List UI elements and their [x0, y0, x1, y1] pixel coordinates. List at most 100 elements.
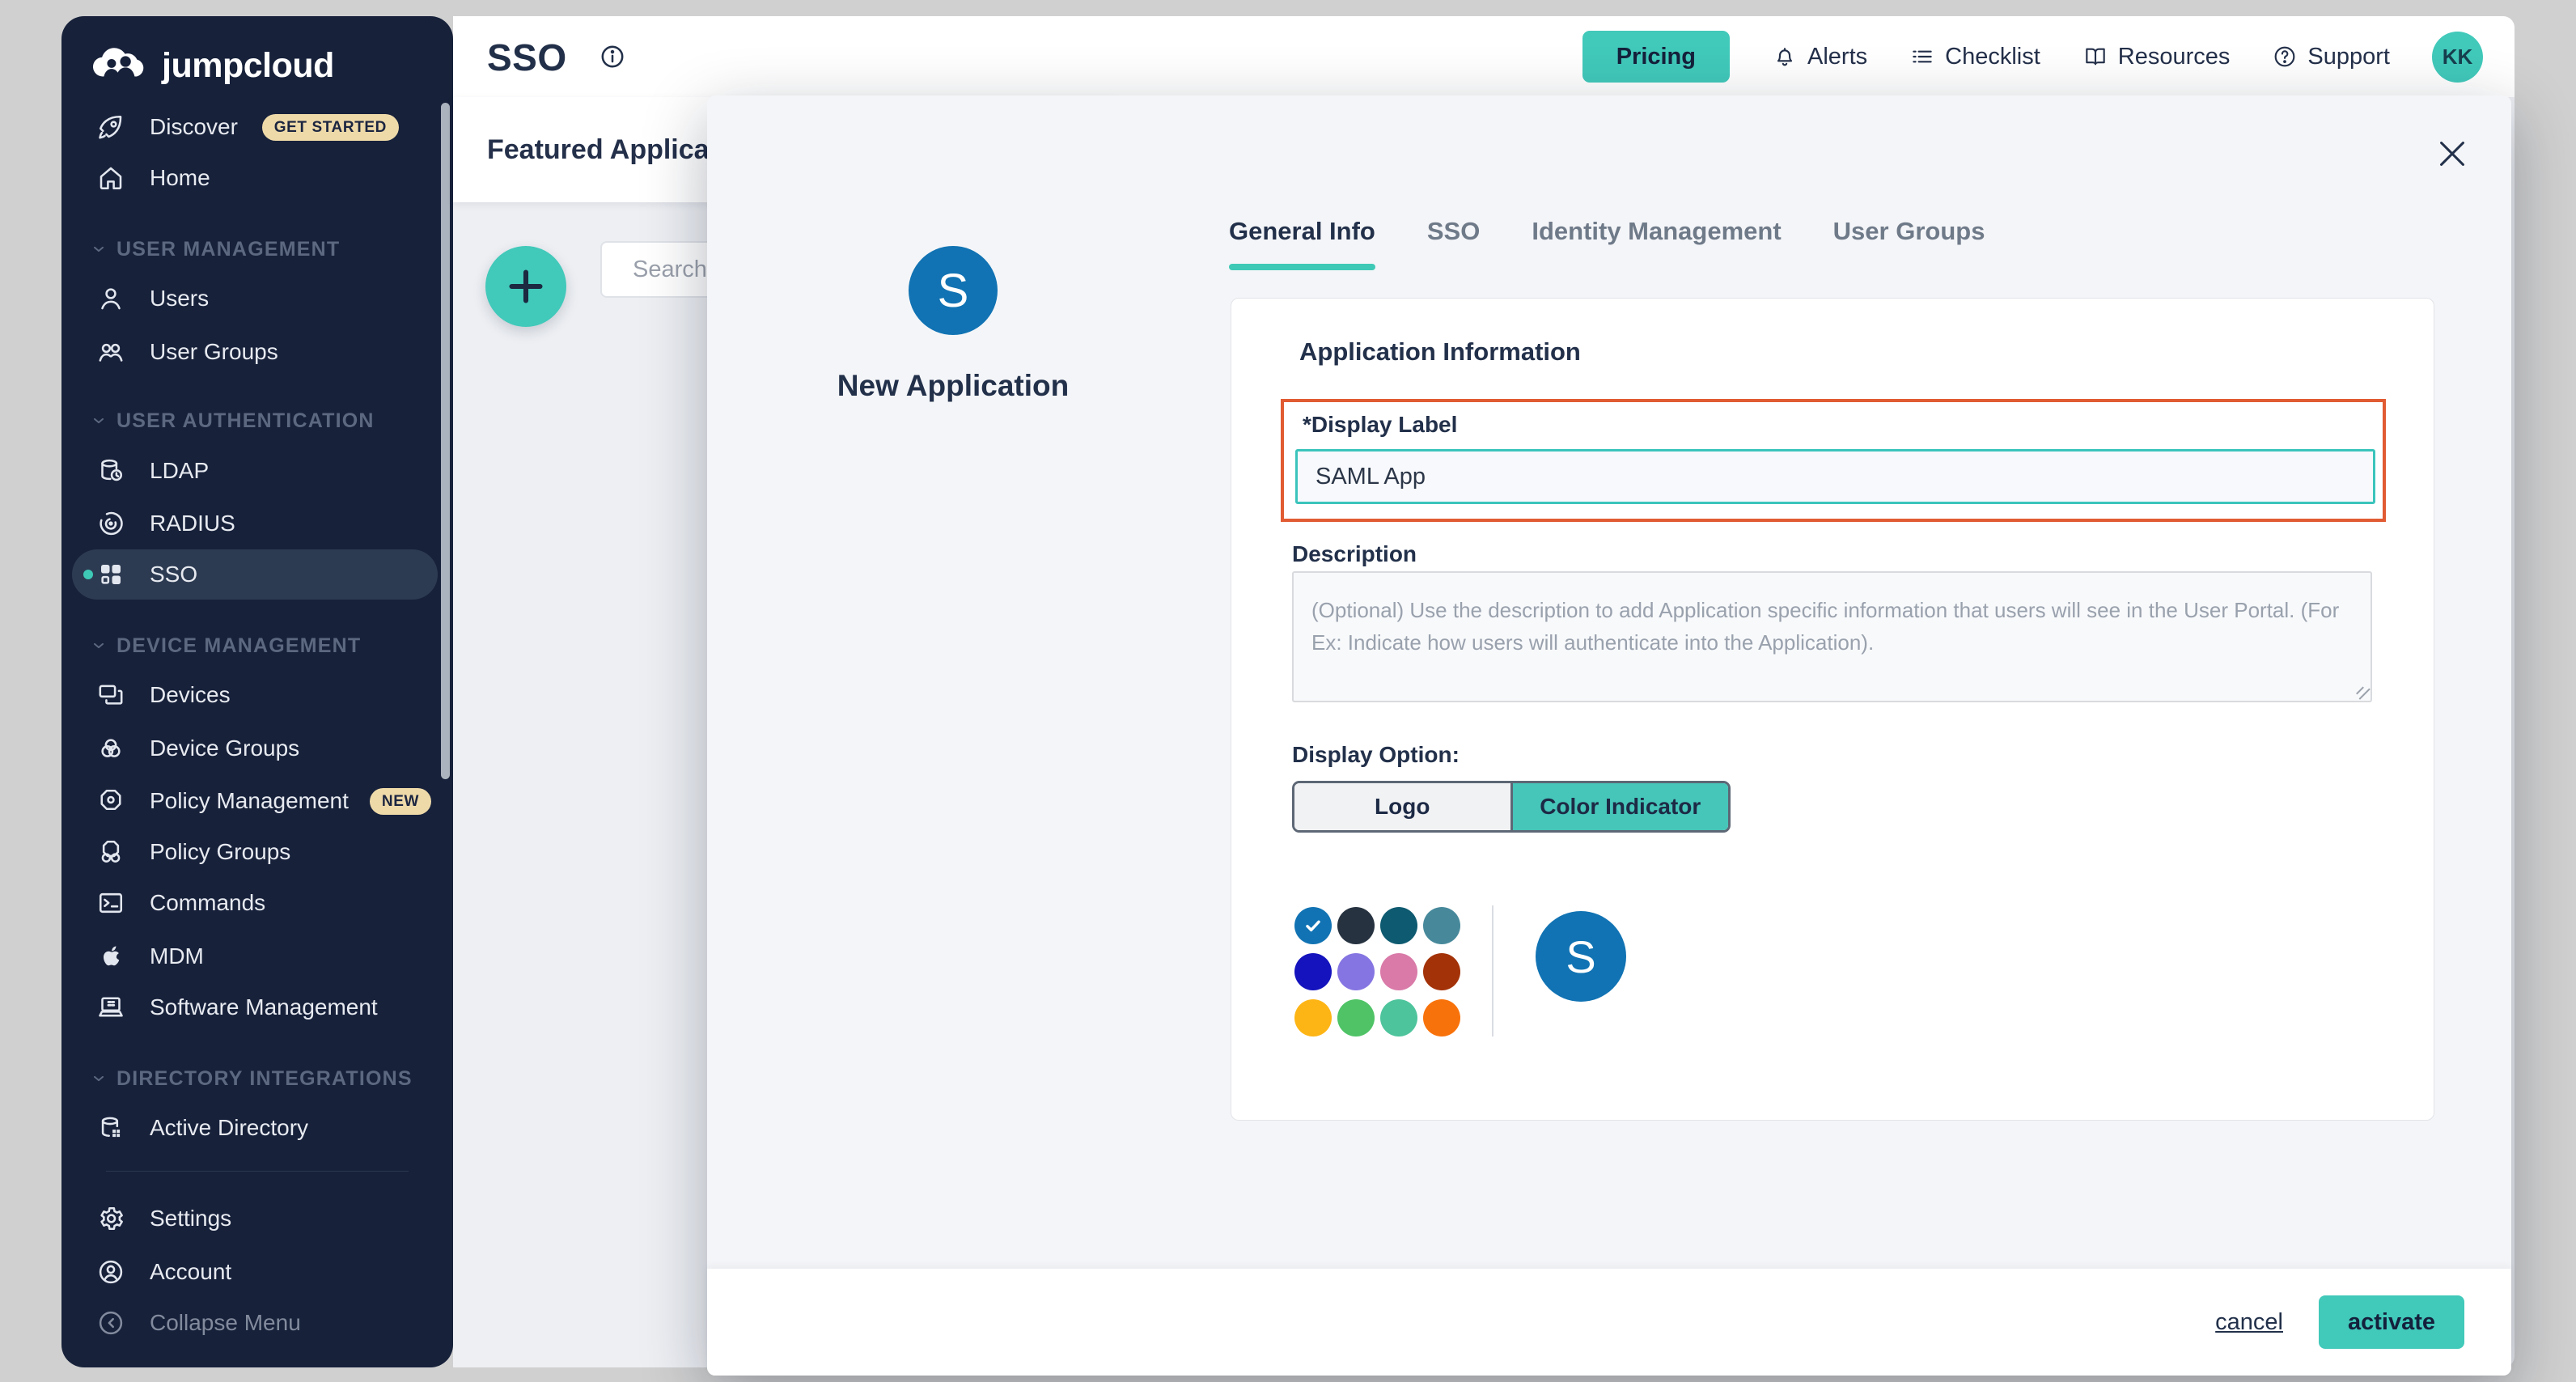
- display-option-label: Display Option:: [1292, 742, 1460, 768]
- sidebar-item-sso[interactable]: SSO: [72, 549, 438, 600]
- tab-general-info[interactable]: General Info: [1229, 217, 1375, 264]
- display-label-annotation-box: *Display Label: [1281, 399, 2386, 522]
- display-label-input[interactable]: [1295, 449, 2375, 504]
- jumpcloud-logo[interactable]: jumpcloud: [89, 37, 334, 94]
- sidebar-item-ldap[interactable]: LDAP: [72, 446, 438, 496]
- sidebar-item-policy-groups[interactable]: Policy Groups: [72, 827, 438, 877]
- swatch-preview-divider: [1492, 905, 1493, 1036]
- info-icon[interactable]: [599, 43, 626, 74]
- sidebar-item-home[interactable]: Home: [72, 153, 438, 203]
- tab-user-groups[interactable]: User Groups: [1833, 217, 1985, 264]
- resources-button[interactable]: Resources: [2082, 44, 2231, 70]
- sidebar-item-label: Devices: [150, 682, 231, 708]
- policy-icon: [72, 786, 150, 816]
- sidebar-item-device-groups[interactable]: Device Groups: [72, 723, 438, 774]
- sidebar-item-radius[interactable]: RADIUS: [72, 498, 438, 549]
- app-window: jumpcloud Discover GET STARTED Home USER…: [0, 0, 2576, 1382]
- user-avatar[interactable]: KK: [2432, 32, 2483, 83]
- color-swatch[interactable]: [1337, 907, 1375, 944]
- pricing-button[interactable]: Pricing: [1582, 31, 1730, 83]
- sidebar-item-label: Commands: [150, 890, 265, 916]
- user-group-icon: [72, 337, 150, 367]
- help-circle-icon: [2272, 44, 2298, 70]
- sidebar-item-label: Home: [150, 165, 210, 191]
- sidebar-item-label: MDM: [150, 943, 204, 969]
- sidebar-item-label: Active Directory: [150, 1115, 308, 1141]
- color-swatch[interactable]: [1423, 907, 1460, 944]
- book-icon: [2082, 44, 2108, 70]
- gear-icon: [72, 1204, 150, 1233]
- activate-button[interactable]: activate: [2319, 1295, 2464, 1349]
- sidebar-scrollbar[interactable]: [441, 103, 450, 779]
- sidebar-item-label: Settings: [150, 1206, 231, 1232]
- cancel-button[interactable]: cancel: [2215, 1309, 2283, 1336]
- venn-circles-icon: [72, 734, 150, 763]
- tab-identity-management[interactable]: Identity Management: [1532, 217, 1781, 264]
- color-swatch[interactable]: [1380, 907, 1417, 944]
- sidebar-divider: [106, 1171, 409, 1172]
- color-swatch[interactable]: [1337, 999, 1375, 1036]
- color-indicator-option[interactable]: Color Indicator: [1513, 783, 1729, 830]
- sidebar-item-label: SSO: [150, 562, 197, 587]
- header-actions: Pricing Alerts Checklist Resources Suppo…: [1582, 16, 2483, 97]
- color-swatch[interactable]: [1294, 953, 1332, 990]
- color-swatch[interactable]: [1294, 999, 1332, 1036]
- color-swatch[interactable]: [1337, 953, 1375, 990]
- new-badge: NEW: [370, 788, 431, 815]
- active-directory-icon: [72, 1113, 150, 1142]
- sidebar-item-commands[interactable]: Commands: [72, 878, 438, 928]
- color-swatch-grid: [1294, 907, 1481, 1036]
- add-application-button[interactable]: [485, 246, 566, 327]
- description-label: Description: [1292, 541, 1417, 567]
- section-device-management[interactable]: DEVICE MANAGEMENT: [91, 623, 361, 668]
- sidebar: jumpcloud Discover GET STARTED Home USER…: [61, 16, 453, 1367]
- sidebar-item-user-groups[interactable]: User Groups: [72, 327, 438, 377]
- sidebar-item-label: RADIUS: [150, 511, 235, 536]
- modal-footer: cancel activate: [707, 1269, 2511, 1376]
- sidebar-item-settings[interactable]: Settings: [72, 1193, 438, 1244]
- sidebar-item-label: Software Management: [150, 994, 378, 1020]
- section-directory-integrations[interactable]: DIRECTORY INTEGRATIONS: [91, 1056, 413, 1101]
- sidebar-item-label: Collapse Menu: [150, 1310, 301, 1336]
- policy-group-icon: [72, 837, 150, 867]
- top-header: SSO Pricing Alerts Checklist Resources: [453, 16, 2515, 97]
- checklist-button[interactable]: Checklist: [1909, 44, 2040, 70]
- close-icon[interactable]: [2434, 135, 2471, 172]
- chevron-down-icon: [91, 413, 107, 429]
- section-user-management[interactable]: USER MANAGEMENT: [91, 227, 340, 272]
- sidebar-item-mdm[interactable]: MDM: [72, 931, 438, 981]
- user-icon: [72, 284, 150, 313]
- color-swatch-selected[interactable]: [1294, 907, 1332, 944]
- logo-option[interactable]: Logo: [1294, 783, 1513, 830]
- card-heading: Application Information: [1299, 337, 1581, 367]
- app-icon-circle: S: [909, 246, 998, 335]
- sidebar-item-active-directory[interactable]: Active Directory: [72, 1103, 438, 1153]
- color-swatch[interactable]: [1423, 953, 1460, 990]
- page-title: SSO: [487, 36, 567, 79]
- color-swatch[interactable]: [1423, 999, 1460, 1036]
- apple-icon: [72, 942, 150, 971]
- section-user-authentication[interactable]: USER AUTHENTICATION: [91, 398, 375, 443]
- app-name: New Application: [751, 369, 1155, 403]
- sidebar-item-label: Discover: [150, 114, 238, 140]
- sidebar-item-account[interactable]: Account: [72, 1247, 438, 1297]
- tab-sso[interactable]: SSO: [1427, 217, 1480, 264]
- color-swatch[interactable]: [1380, 953, 1417, 990]
- sidebar-item-software-management[interactable]: Software Management: [72, 982, 438, 1032]
- sidebar-item-devices[interactable]: Devices: [72, 670, 438, 720]
- description-textarea[interactable]: [1292, 571, 2372, 702]
- support-button[interactable]: Support: [2272, 44, 2390, 70]
- sidebar-item-policy-management[interactable]: Policy Management NEW: [72, 776, 438, 826]
- sidebar-item-label: LDAP: [150, 458, 209, 484]
- chevron-down-icon: [91, 1070, 107, 1087]
- sidebar-item-users[interactable]: Users: [72, 273, 438, 324]
- home-icon: [72, 163, 150, 193]
- laptop-grid-icon: [72, 993, 150, 1022]
- color-swatch[interactable]: [1380, 999, 1417, 1036]
- sidebar-item-discover[interactable]: Discover GET STARTED: [72, 102, 438, 152]
- bell-icon: [1772, 44, 1798, 70]
- plus-icon: [503, 264, 549, 309]
- sidebar-item-label: Policy Management: [150, 788, 349, 814]
- alerts-button[interactable]: Alerts: [1772, 44, 1867, 70]
- sidebar-item-collapse-menu[interactable]: Collapse Menu: [72, 1298, 438, 1348]
